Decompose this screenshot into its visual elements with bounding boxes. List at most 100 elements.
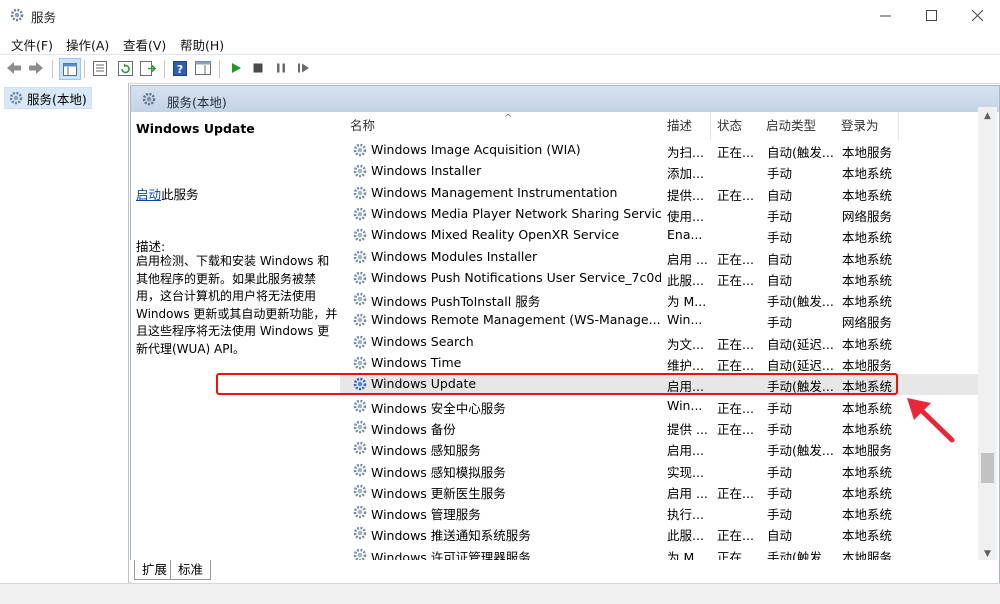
row-status: 正在... bbox=[717, 400, 754, 416]
services-gear-icon bbox=[142, 92, 156, 106]
refresh-button[interactable] bbox=[116, 59, 134, 77]
service-row[interactable]: Windows 感知模拟服务 实现... 手动 本地系统 bbox=[340, 460, 980, 481]
back-arrow-icon bbox=[7, 62, 21, 74]
export-list-button[interactable] bbox=[139, 59, 157, 77]
stop-service-button[interactable] bbox=[249, 59, 267, 77]
service-row[interactable]: Windows PushToInstall 服务 为 M... 手动(触发... 本地… bbox=[340, 289, 980, 310]
row-logon-as: 网络服务 bbox=[842, 315, 893, 331]
service-gear-icon bbox=[353, 505, 367, 519]
row-name: Windows Remote Management (WS-Manage... bbox=[371, 312, 661, 328]
column-header-logon-as[interactable]: 登录为 bbox=[835, 112, 899, 140]
properties-icon bbox=[93, 60, 107, 76]
tab-standard[interactable]: 标准 bbox=[170, 560, 212, 580]
row-startup-type: 手动 bbox=[767, 464, 793, 480]
restart-service-button[interactable] bbox=[295, 59, 313, 77]
toolbar: ? bbox=[0, 54, 1000, 84]
row-logon-as: 本地系统 bbox=[842, 400, 893, 416]
service-row[interactable]: Windows Push Notifications User Service_… bbox=[340, 268, 980, 289]
service-row[interactable]: Windows 安全中心服务 Win... 正在... 手动 本地系统 bbox=[340, 396, 980, 417]
row-startup-type: 手动(触发... bbox=[767, 294, 834, 310]
row-name: Windows 安全中心服务 bbox=[371, 400, 506, 416]
service-row[interactable]: Windows 管理服务 执行... 手动 本地系统 bbox=[340, 502, 980, 523]
pause-service-button[interactable] bbox=[272, 59, 290, 77]
highlight-box bbox=[216, 373, 898, 395]
show-tree-button[interactable] bbox=[59, 58, 81, 80]
title-bar: 服务 bbox=[0, 0, 1000, 30]
maximize-button[interactable] bbox=[908, 0, 954, 30]
service-row[interactable]: Windows Search 为文... 正在... 自动(延迟... 本地系统 bbox=[340, 332, 980, 353]
column-header-startup-type[interactable]: 启动类型 bbox=[760, 112, 836, 140]
export-list-icon bbox=[140, 60, 156, 76]
view-tabs: 扩展 标准 bbox=[130, 560, 998, 582]
row-name: Windows 备份 bbox=[371, 421, 456, 437]
row-description: 执行... bbox=[667, 507, 704, 523]
column-header-status[interactable]: 状态 bbox=[711, 112, 761, 140]
menu-bar: 文件(F) 操作(A) 查看(V) 帮助(H) bbox=[0, 30, 1000, 54]
service-row[interactable]: Windows Mixed Reality OpenXR Service Ena.… bbox=[340, 225, 980, 246]
service-row[interactable]: Windows Remote Management (WS-Manage... W… bbox=[340, 310, 980, 331]
service-row[interactable]: Windows 推送通知系统服务 此服... 正在... 自动 本地系统 bbox=[340, 523, 980, 544]
row-startup-type: 手动 bbox=[767, 208, 793, 224]
service-row[interactable]: Windows 备份 提供 ... 正在... 手动 本地系统 bbox=[340, 417, 980, 438]
row-status: 正在... bbox=[717, 272, 754, 288]
scroll-thumb[interactable] bbox=[981, 453, 994, 483]
services-gear-icon bbox=[10, 8, 24, 22]
close-button[interactable] bbox=[954, 0, 1000, 30]
service-gear-icon bbox=[353, 420, 367, 434]
row-description: 启用... bbox=[667, 443, 704, 459]
help-button[interactable]: ? bbox=[171, 59, 189, 77]
scroll-up-icon[interactable]: ▲ bbox=[978, 107, 997, 124]
sort-ascending-icon: ^ bbox=[504, 113, 513, 124]
back-button[interactable] bbox=[5, 59, 23, 77]
service-row[interactable]: Windows 更新医生服务 启用 ... 正在... 手动 本地系统 bbox=[340, 481, 980, 502]
row-status: 正在... bbox=[717, 251, 754, 267]
tab-extended[interactable]: 扩展 bbox=[134, 560, 176, 580]
service-row[interactable]: Windows Modules Installer 启用 ... 正在... 自动 本地… bbox=[340, 247, 980, 268]
column-header-description[interactable]: 描述 bbox=[661, 112, 711, 140]
row-startup-type: 手动 bbox=[767, 166, 793, 182]
menu-view[interactable]: 查看(V) bbox=[123, 35, 166, 54]
vertical-scrollbar[interactable]: ▲ ▼ bbox=[978, 107, 997, 562]
start-service-link[interactable]: 启动 bbox=[136, 187, 161, 202]
row-name: Windows Time bbox=[371, 355, 462, 370]
row-name: Windows Media Player Network Sharing Ser… bbox=[371, 205, 661, 221]
row-startup-type: 自动 bbox=[767, 187, 793, 203]
window-title: 服务 bbox=[31, 10, 57, 25]
service-row[interactable]: Windows Installer 添加... 手动 本地系统 bbox=[340, 161, 980, 182]
tree-item-services-local[interactable]: 服务(本地) bbox=[4, 87, 92, 109]
row-startup-type: 手动 bbox=[767, 230, 793, 246]
help-icon: ? bbox=[173, 60, 187, 76]
row-logon-as: 本地系统 bbox=[842, 528, 893, 544]
column-header-name[interactable]: 名称 ^ bbox=[344, 112, 662, 140]
service-row[interactable]: Windows Media Player Network Sharing Ser… bbox=[340, 204, 980, 225]
service-gear-icon bbox=[353, 399, 367, 412]
row-logon-as: 本地服务 bbox=[842, 145, 893, 160]
pane-header: 服务(本地) bbox=[131, 86, 999, 112]
row-status: 正在... bbox=[717, 528, 754, 544]
row-logon-as: 本地服务 bbox=[842, 358, 893, 373]
properties-button[interactable] bbox=[91, 59, 109, 77]
service-row[interactable]: Windows Image Acquisition (WIA) 为扫... 正在..… bbox=[340, 140, 980, 161]
row-name: Windows 感知模拟服务 bbox=[371, 464, 506, 480]
menu-help[interactable]: 帮助(H) bbox=[180, 35, 224, 54]
selected-service-name: Windows Update bbox=[136, 121, 255, 136]
row-logon-as: 本地系统 bbox=[842, 166, 893, 182]
forward-arrow-icon bbox=[29, 62, 43, 74]
row-startup-type: 手动(触发... bbox=[767, 443, 834, 459]
menu-file[interactable]: 文件(F) bbox=[11, 35, 53, 54]
start-service-button[interactable] bbox=[227, 59, 245, 77]
service-row[interactable]: Windows Management Instrumentation 提供... 正… bbox=[340, 183, 980, 204]
row-startup-type: 自动(延迟... bbox=[767, 358, 834, 373]
row-logon-as: 本地系统 bbox=[842, 336, 893, 352]
row-startup-type: 自动 bbox=[767, 528, 793, 544]
row-name: Windows Search bbox=[371, 333, 474, 349]
row-logon-as: 网络服务 bbox=[842, 208, 893, 224]
minimize-button[interactable] bbox=[862, 0, 908, 30]
start-service-line: 启动此服务 bbox=[136, 184, 199, 203]
menu-action[interactable]: 操作(A) bbox=[66, 35, 109, 54]
view-button[interactable] bbox=[194, 59, 212, 77]
service-row[interactable]: Windows Time 维护... 正在... 自动(延迟... 本地服务 bbox=[340, 353, 980, 374]
forward-button[interactable] bbox=[27, 59, 45, 77]
row-description: 为扫... bbox=[667, 145, 704, 160]
service-row[interactable]: Windows 感知服务 启用... 手动(触发... 本地服务 bbox=[340, 438, 980, 459]
